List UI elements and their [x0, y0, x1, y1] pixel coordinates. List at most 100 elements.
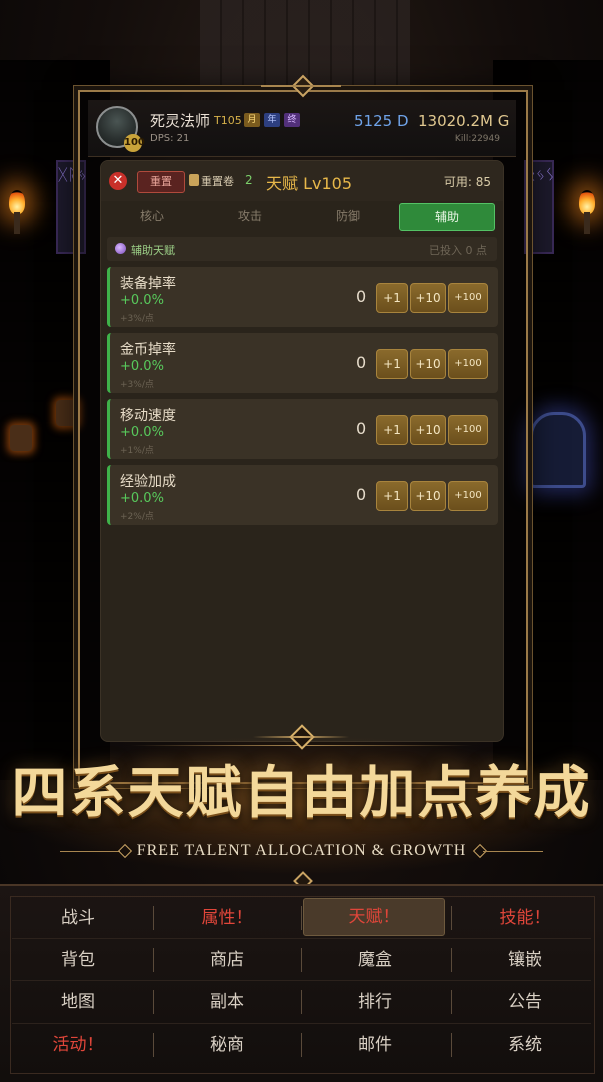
menu-mail[interactable]: 邮件 — [305, 1027, 445, 1063]
promo-ornament — [253, 728, 349, 748]
menu-secret-merchant[interactable]: 秘商 — [157, 1027, 297, 1063]
talent-name: 金币掉率 — [120, 342, 176, 358]
add-100-button[interactable]: +100 — [448, 415, 488, 445]
menu-magic-box[interactable]: 魔盒 — [305, 942, 445, 978]
diamond-count: 5125 D — [354, 112, 409, 130]
add-100-button[interactable]: +100 — [448, 481, 488, 511]
talent-value: +0.0% — [120, 425, 164, 440]
add-1-button[interactable]: +1 — [376, 481, 408, 511]
talent-step: +3%/点 — [120, 380, 154, 390]
section-title: 辅助天赋 — [131, 244, 175, 257]
torch-icon — [576, 190, 598, 234]
menu-talent[interactable]: 天赋！ — [303, 898, 445, 936]
menu-separator — [301, 1033, 302, 1057]
menu-separator — [301, 906, 302, 930]
menu-separator — [451, 990, 452, 1014]
hero-header: 100 死灵法师 T105 月 年 终 DPS: 21 5125 D 13020… — [88, 100, 516, 157]
talent-level: 0 — [356, 353, 367, 372]
tab-core[interactable]: 核心 — [105, 203, 199, 229]
menu-separator — [451, 948, 452, 972]
rune-banner-right: ᛟᛃᛊ — [524, 160, 555, 254]
menu-row-divider — [12, 1023, 591, 1024]
menu-row-divider — [12, 938, 591, 939]
menu-system[interactable]: 系统 — [455, 1027, 595, 1063]
kill-count: Kill:22949 — [454, 134, 500, 144]
menu-ranking[interactable]: 排行 — [305, 984, 445, 1020]
tab-support[interactable]: 辅助 — [399, 203, 495, 231]
menu-inlay[interactable]: 镶嵌 — [455, 942, 595, 978]
talent-level: 0 — [356, 287, 367, 306]
talent-step: +2%/点 — [120, 512, 154, 522]
menu-separator — [301, 948, 302, 972]
section-invested: 已投入 0 点 — [429, 244, 487, 257]
yearly-card-badge: 年 — [264, 113, 280, 127]
add-10-button[interactable]: +10 — [410, 481, 446, 511]
torch-icon — [6, 190, 28, 234]
add-1-button[interactable]: +1 — [376, 283, 408, 313]
talent-level: 0 — [356, 485, 367, 504]
menu-events[interactable]: 活动！ — [8, 1027, 148, 1063]
avatar-level-badge: 100 — [124, 134, 145, 152]
frame-ornament — [261, 78, 341, 94]
talent-tabs: 核心 攻击 防御 辅助 — [105, 203, 497, 231]
menu-bag[interactable]: 背包 — [8, 942, 148, 978]
glowing-portal — [530, 412, 586, 488]
promo-title: 四系天赋自由加点养成 — [11, 760, 592, 826]
talent-value: +0.0% — [120, 359, 164, 374]
lifetime-card-badge: 终 — [284, 113, 300, 127]
menu-separator — [153, 906, 154, 930]
talent-step: +3%/点 — [120, 314, 154, 324]
reset-scroll-label: 重置卷 — [201, 175, 234, 188]
menu-announcement[interactable]: 公告 — [455, 984, 595, 1020]
menu-skills[interactable]: 技能！ — [455, 900, 595, 936]
add-100-button[interactable]: +100 — [448, 349, 488, 379]
talent-level-title: 天赋 Lv105 — [266, 174, 353, 193]
add-10-button[interactable]: +10 — [410, 349, 446, 379]
menu-battle[interactable]: 战斗 — [8, 900, 148, 936]
fire-barrel-icon — [56, 400, 78, 426]
support-section-header: 辅助天赋 已投入 0 点 — [107, 237, 497, 261]
talent-name: 移动速度 — [120, 408, 176, 424]
menu-separator — [451, 1033, 452, 1057]
talent-row-move-speed: 移动速度 +0.0% +1%/点 0 +1 +10 +100 — [107, 399, 498, 459]
menu-shop[interactable]: 商店 — [157, 942, 297, 978]
monthly-card-badge: 月 — [244, 113, 260, 127]
promo-divider — [483, 851, 543, 852]
hero-tier: T105 — [214, 114, 242, 127]
talent-panel-header: ✕ 重置 重置卷 2 天赋 Lv105 可用: 85 — [101, 161, 503, 201]
menu-separator — [153, 948, 154, 972]
talent-row-equip-drop: 装备掉率 +0.0% +3%/点 0 +1 +10 +100 — [107, 267, 498, 327]
talent-panel: ✕ 重置 重置卷 2 天赋 Lv105 可用: 85 核心 攻击 防御 辅助 辅… — [100, 160, 504, 742]
menu-attributes[interactable]: 属性！ — [157, 900, 297, 936]
menu-map[interactable]: 地图 — [8, 984, 148, 1020]
tab-defense[interactable]: 防御 — [301, 203, 395, 229]
menu-separator — [301, 990, 302, 1014]
fire-barrel-icon — [10, 425, 32, 451]
talent-level: 0 — [356, 419, 367, 438]
tab-attack[interactable]: 攻击 — [203, 203, 297, 229]
menu-separator — [153, 1033, 154, 1057]
talent-step: +1%/点 — [120, 446, 154, 456]
menu-separator — [153, 990, 154, 1014]
add-100-button[interactable]: +100 — [448, 283, 488, 313]
gold-count: 13020.2M G — [418, 112, 510, 130]
dps-readout: DPS: 21 — [150, 133, 190, 144]
reset-scroll-count: 2 — [245, 173, 253, 187]
add-1-button[interactable]: +1 — [376, 349, 408, 379]
talent-value: +0.0% — [120, 491, 164, 506]
menu-separator — [451, 906, 452, 930]
talent-row-gold-drop: 金币掉率 +0.0% +3%/点 0 +1 +10 +100 — [107, 333, 498, 393]
talent-name: 装备掉率 — [120, 276, 176, 292]
scroll-icon — [189, 174, 199, 186]
add-10-button[interactable]: +10 — [410, 415, 446, 445]
add-1-button[interactable]: +1 — [376, 415, 408, 445]
talent-name: 经验加成 — [120, 474, 176, 490]
talent-value: +0.0% — [120, 293, 164, 308]
reset-button[interactable]: 重置 — [137, 171, 185, 193]
main-menu: 战斗 属性！ 天赋！ 技能！ 背包 商店 魔盒 镶嵌 地图 副本 排行 公告 活… — [0, 884, 603, 1082]
menu-dungeon[interactable]: 副本 — [157, 984, 297, 1020]
close-icon[interactable]: ✕ — [109, 172, 127, 190]
hero-name: 死灵法师 — [150, 112, 211, 130]
add-10-button[interactable]: +10 — [410, 283, 446, 313]
talent-row-exp-bonus: 经验加成 +0.0% +2%/点 0 +1 +10 +100 — [107, 465, 498, 525]
